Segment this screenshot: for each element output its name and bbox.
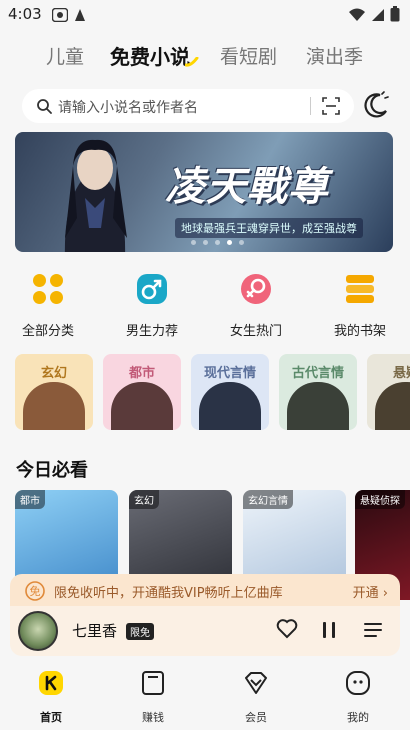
pause-icon[interactable] xyxy=(320,620,338,644)
search-divider xyxy=(310,97,311,115)
tab-children[interactable]: 儿童 xyxy=(46,42,84,69)
quick-female-hot[interactable]: 女生热门 xyxy=(216,272,296,339)
vip-open-button[interactable]: 开通 › xyxy=(353,582,388,601)
genre-title: 都市 xyxy=(128,366,155,381)
vip-promo-bar[interactable]: 免 限免收听中，开通酷我VIP畅听上亿曲库 开通 › xyxy=(10,574,400,608)
tab-free-novels[interactable]: 免费小说 xyxy=(110,41,190,70)
free-badge: 限免 xyxy=(126,623,154,640)
nav-label: 首页 xyxy=(40,711,62,724)
bookshelf-icon xyxy=(346,275,374,303)
banner-pagination xyxy=(191,240,244,245)
genre-card-urban[interactable]: 都市 xyxy=(103,354,181,430)
app-notification-icon xyxy=(51,7,69,26)
status-bar: 4:03 xyxy=(0,0,410,30)
heart-icon[interactable] xyxy=(276,619,298,643)
search-placeholder[interactable]: 请输入小说名或作者名 xyxy=(58,97,198,117)
profile-icon xyxy=(346,671,370,695)
quick-all-categories[interactable]: 全部分类 xyxy=(8,272,88,339)
status-time: 4:03 xyxy=(8,5,42,23)
banner-dot xyxy=(215,240,220,245)
search-bar[interactable]: 请输入小说名或作者名 xyxy=(22,89,354,123)
book-tag: 玄幻 xyxy=(129,490,159,509)
scan-icon[interactable] xyxy=(322,97,340,119)
quick-label: 全部分类 xyxy=(21,324,74,339)
banner-dot xyxy=(191,240,196,245)
female-icon xyxy=(241,274,271,304)
banner-title: 凌天戰尊 xyxy=(165,163,329,210)
banner-dot xyxy=(203,240,208,245)
book-tag: 悬疑侦探 xyxy=(355,490,405,509)
genre-art xyxy=(23,382,85,430)
vip-promo-text: 限免收听中，开通酷我VIP畅听上亿曲库 xyxy=(54,586,283,601)
male-icon xyxy=(137,274,167,304)
genre-cards: 玄幻 都市 现代言情 古代言情 悬疑 xyxy=(15,354,410,430)
genre-title: 古代言情 xyxy=(291,366,344,381)
genre-title: 现代言情 xyxy=(203,366,256,381)
top-tabs: 儿童 免费小说 看短剧 演出季 xyxy=(0,38,410,70)
section-title-today: 今日必看 xyxy=(16,460,88,481)
wifi-icon xyxy=(348,7,366,26)
genre-art xyxy=(287,382,349,430)
genre-card-xuanhuan[interactable]: 玄幻 xyxy=(15,354,93,430)
banner-character-illustration xyxy=(64,139,127,252)
listen-moon-icon[interactable] xyxy=(363,91,389,123)
quick-male-recommend[interactable]: 男生力荐 xyxy=(112,272,192,339)
genre-title: 悬疑 xyxy=(392,366,410,381)
nav-mine[interactable]: 我的 xyxy=(328,670,388,725)
quick-label: 我的书架 xyxy=(333,324,386,339)
promo-banner[interactable]: 凌天戰尊 地球最强兵王魂穿异世，成至强战尊 xyxy=(15,132,393,252)
tab-short-drama[interactable]: 看短剧 xyxy=(220,42,277,69)
mini-player[interactable]: 七里香 限免 xyxy=(10,606,400,656)
banner-dot-active xyxy=(227,240,232,245)
genre-art xyxy=(375,382,410,430)
diamond-icon xyxy=(245,672,267,694)
battery-icon xyxy=(390,6,400,26)
nav-label: 我的 xyxy=(347,711,369,724)
wallet-icon xyxy=(142,671,164,695)
genre-card-suspense[interactable]: 悬疑 xyxy=(367,354,410,430)
genre-title: 玄幻 xyxy=(40,366,67,381)
song-title: 七里香 xyxy=(72,622,118,640)
bottom-nav: 首页 赚钱 会员 我的 xyxy=(0,664,410,730)
genre-card-modern-romance[interactable]: 现代言情 xyxy=(191,354,269,430)
nav-vip[interactable]: 会员 xyxy=(226,670,286,725)
nav-label: 赚钱 xyxy=(142,711,164,724)
quick-label: 男生力荐 xyxy=(125,324,178,339)
nav-home[interactable]: 首页 xyxy=(21,670,81,725)
tab-performance-season[interactable]: 演出季 xyxy=(306,42,363,69)
song-cover[interactable] xyxy=(18,611,58,651)
banner-subtitle: 地球最强兵王魂穿异世，成至强战尊 xyxy=(175,218,363,238)
nav-earn[interactable]: 赚钱 xyxy=(123,670,183,725)
home-icon xyxy=(39,671,63,695)
free-badge-icon: 免 xyxy=(24,581,46,605)
banner-dot xyxy=(239,240,244,245)
quick-actions: 全部分类 男生力荐 女生热门 我的书架 xyxy=(0,272,410,342)
search-icon xyxy=(36,98,52,118)
download-notification-icon xyxy=(74,7,86,26)
quick-label: 女生热门 xyxy=(229,324,282,339)
genre-art xyxy=(199,382,261,430)
free-badge-text: 免 xyxy=(30,584,41,598)
quick-my-bookshelf[interactable]: 我的书架 xyxy=(320,272,400,339)
grid-icon xyxy=(33,274,63,304)
playlist-icon[interactable] xyxy=(362,620,384,644)
book-tag: 都市 xyxy=(15,490,45,509)
nav-label: 会员 xyxy=(245,711,267,724)
active-tab-indicator xyxy=(185,57,199,67)
signal-icon xyxy=(371,7,385,26)
genre-card-ancient-romance[interactable]: 古代言情 xyxy=(279,354,357,430)
genre-art xyxy=(111,382,173,430)
book-tag: 玄幻言情 xyxy=(243,490,293,509)
